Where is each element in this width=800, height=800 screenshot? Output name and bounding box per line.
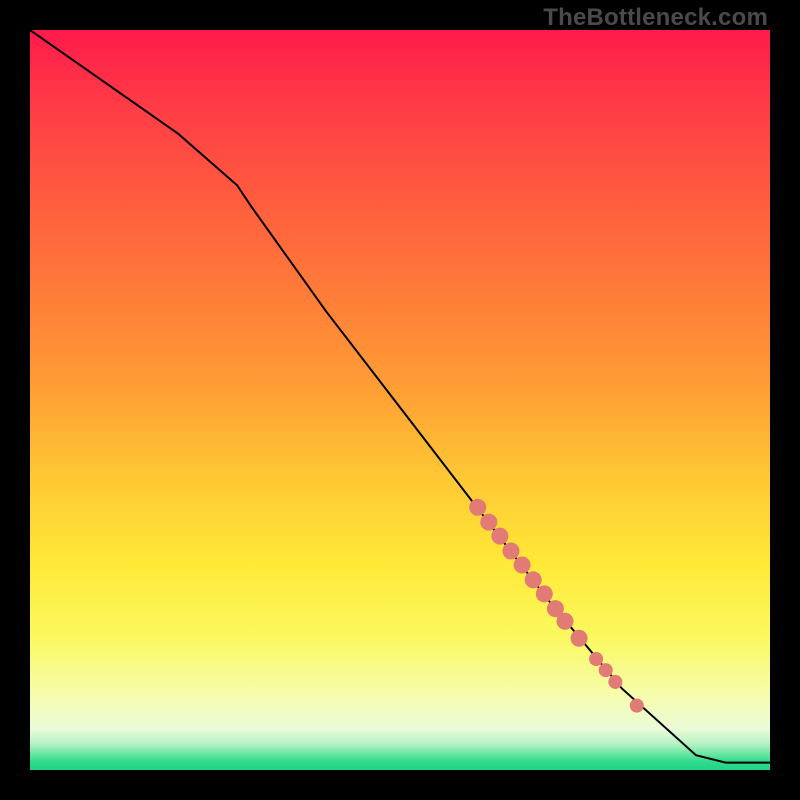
curve-overlay [30, 30, 770, 770]
marker-point [608, 675, 622, 689]
marker-point [480, 514, 497, 531]
marker-point [502, 542, 519, 559]
marker-point [514, 557, 531, 574]
highlight-markers [469, 499, 644, 713]
marker-point [536, 585, 553, 602]
watermark-text: TheBottleneck.com [543, 4, 768, 32]
marker-point [571, 630, 588, 647]
marker-point [589, 652, 603, 666]
marker-point [557, 613, 574, 630]
marker-point [491, 528, 508, 545]
plot-area [30, 30, 770, 770]
marker-point [599, 663, 613, 677]
marker-point [469, 499, 486, 516]
curve-line [30, 30, 770, 763]
marker-point [630, 699, 644, 713]
marker-point [525, 571, 542, 588]
chart-stage: TheBottleneck.com [0, 0, 800, 800]
